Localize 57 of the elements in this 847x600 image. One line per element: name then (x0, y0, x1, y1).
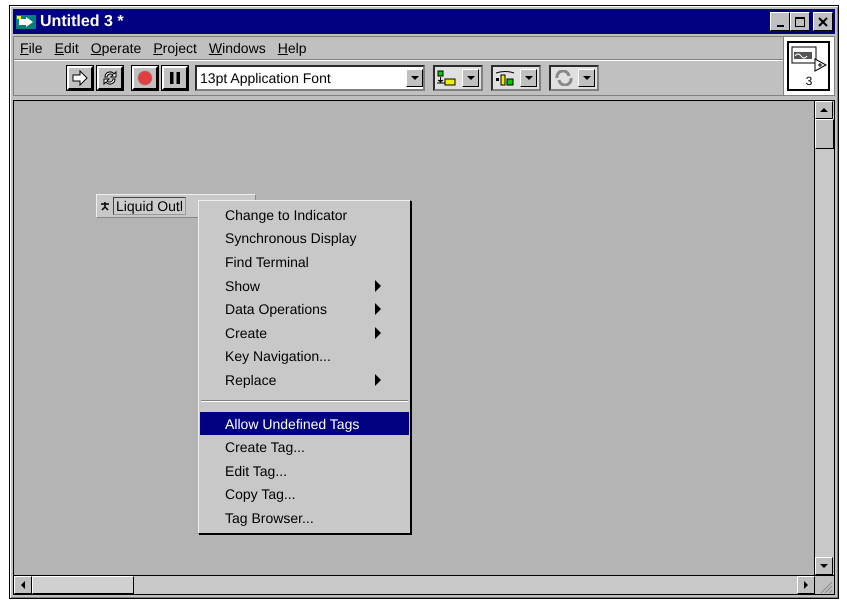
window-title: Untitled 3 * (40, 12, 125, 30)
pause-icon (169, 71, 181, 85)
menu-item[interactable]: Edit Tag... (200, 458, 409, 483)
reorder-dropdown[interactable] (549, 65, 599, 91)
vertical-scrollbar[interactable] (814, 101, 834, 575)
menu-item[interactable]: Replace (200, 368, 409, 392)
maximize-button[interactable] (790, 12, 810, 31)
down-arrow-icon (820, 564, 828, 568)
scroll-left-button[interactable] (14, 576, 32, 594)
menu-item[interactable]: Windows (208, 40, 266, 56)
menu-item[interactable]: Find Terminal (200, 250, 409, 274)
scroll-thumb[interactable] (815, 119, 834, 149)
connector-label: 3 (806, 75, 812, 87)
menu-item[interactable]: Help (278, 40, 307, 56)
menu-item[interactable]: Edit (54, 40, 79, 56)
maximize-icon (794, 16, 806, 28)
menu-item[interactable]: Key Navigation... (200, 344, 409, 368)
minimize-button[interactable] (770, 12, 790, 31)
circular-arrows-icon (553, 70, 575, 86)
menu-item[interactable]: Allow Undefined Tags (200, 412, 409, 436)
menu-item[interactable]: Synchronous Display (200, 226, 409, 250)
connector-pane[interactable]: 3 (783, 37, 834, 95)
horizontal-scrollbar[interactable] (14, 576, 815, 594)
left-arrow-icon (21, 581, 25, 589)
app-icon (16, 14, 36, 28)
arrow-icon (71, 70, 89, 86)
menu-item[interactable]: Operate (90, 40, 142, 56)
up-arrow-icon (820, 108, 828, 112)
menu-item[interactable]: Tag Browser... (200, 506, 409, 530)
minimize-icon (776, 24, 784, 26)
scroll-down-button[interactable] (815, 557, 833, 575)
control-icon (100, 201, 110, 211)
pause-button[interactable] (162, 66, 188, 90)
run-continuously-button[interactable] (97, 66, 123, 90)
stop-sign-icon (136, 69, 154, 87)
menu-item[interactable]: Project (153, 40, 197, 56)
scroll-thumb[interactable] (32, 576, 134, 594)
control-label: Liquid Outl (113, 197, 186, 215)
cycle-arrows-icon (101, 69, 119, 87)
menu-item[interactable]: Copy Tag... (200, 482, 409, 506)
right-arrow-icon (804, 581, 808, 589)
run-button[interactable] (67, 66, 93, 90)
abort-button[interactable] (132, 66, 158, 90)
distribute-objects-dropdown[interactable] (491, 65, 541, 91)
menu-item[interactable]: File (20, 40, 43, 56)
menu-item[interactable]: Show (200, 274, 409, 298)
scroll-right-button[interactable] (797, 576, 815, 594)
menu-item[interactable]: Data Operations (200, 297, 409, 321)
distribute-icon (495, 70, 517, 86)
font-name: 13pt Application Font (199, 70, 332, 86)
align-objects-dropdown[interactable] (433, 65, 483, 91)
scroll-up-button[interactable] (815, 101, 833, 119)
close-button[interactable] (813, 12, 833, 31)
menu-item[interactable]: Create Tag... (200, 435, 409, 459)
menu-item[interactable]: Create (200, 320, 409, 345)
close-icon (817, 16, 829, 28)
font-dropdown[interactable]: 13pt Application Font (195, 65, 425, 91)
